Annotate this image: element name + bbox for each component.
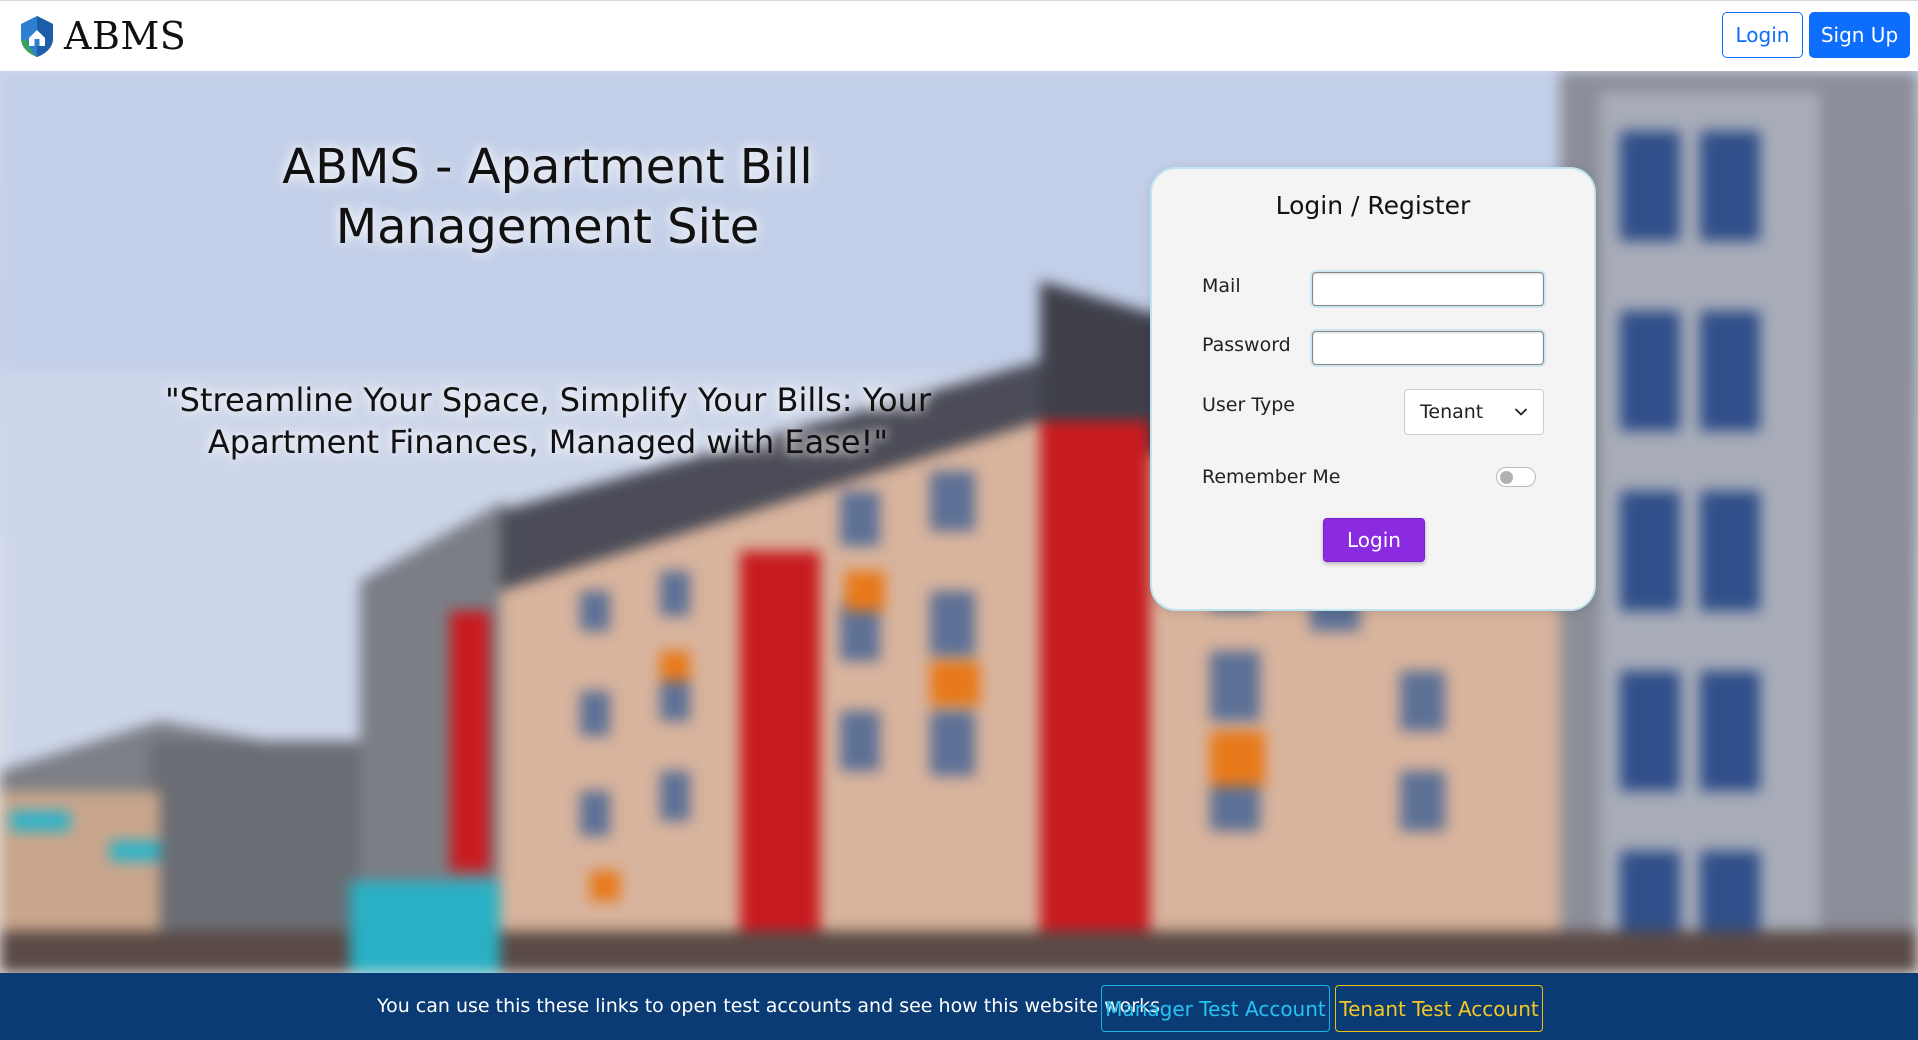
user-type-label: User Type <box>1202 394 1295 416</box>
brand-name: ABMS <box>64 14 187 58</box>
hero-section: ABMS - Apartment Bill Management Site "S… <box>0 71 1918 973</box>
mail-input[interactable] <box>1312 272 1544 306</box>
test-accounts-bar: You can use this these links to open tes… <box>0 973 1918 1040</box>
remember-me-toggle[interactable] <box>1496 467 1536 487</box>
password-label: Password <box>1202 334 1291 356</box>
chevron-down-icon <box>1515 408 1527 416</box>
card-title: Login / Register <box>1275 191 1471 220</box>
house-shield-logo-icon <box>21 16 53 57</box>
tenant-test-account-button[interactable]: Tenant Test Account <box>1335 985 1543 1032</box>
login-register-card: Login / Register Mail Password User Type… <box>1150 167 1596 611</box>
hero-title: ABMS - Apartment Bill Management Site <box>282 139 813 255</box>
nav-signup-button[interactable]: Sign Up <box>1809 12 1910 58</box>
hero-quote: "Streamline Your Space, Simplify Your Bi… <box>164 381 932 461</box>
top-navbar: ABMS Login Sign Up <box>0 0 1918 71</box>
remember-me-label: Remember Me <box>1202 466 1341 488</box>
password-input[interactable] <box>1312 331 1544 365</box>
login-submit-button[interactable]: Login <box>1323 518 1425 562</box>
brand[interactable]: ABMS <box>18 13 186 59</box>
test-accounts-text: You can use this these links to open tes… <box>377 995 1160 1017</box>
user-type-selected: Tenant <box>1420 401 1484 423</box>
user-type-select[interactable]: Tenant <box>1404 389 1544 435</box>
toggle-knob <box>1500 470 1513 484</box>
nav-login-button[interactable]: Login <box>1722 12 1803 58</box>
manager-test-account-button[interactable]: Manager Test Account <box>1101 985 1330 1032</box>
mail-label: Mail <box>1202 275 1241 297</box>
